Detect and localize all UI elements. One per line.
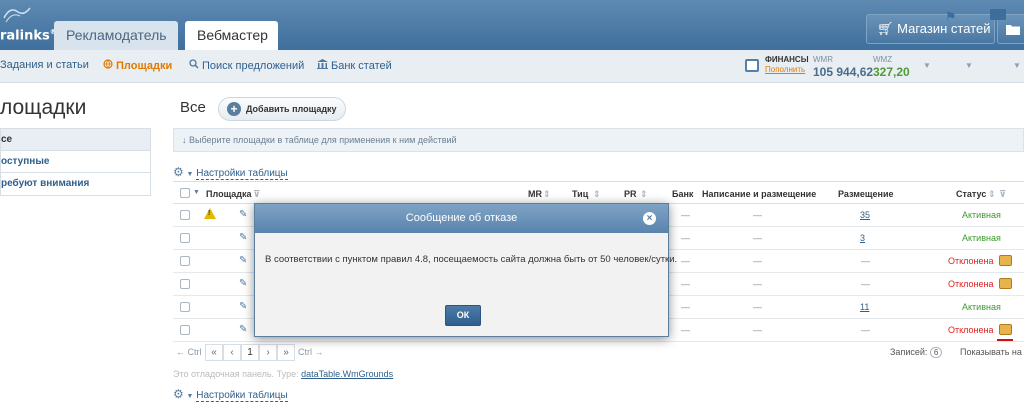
close-icon[interactable]: × xyxy=(643,212,656,225)
dialog-message: В соответствии с пунктом правил 4.8, пос… xyxy=(265,254,678,265)
dialog-title: Сообщение об отказе xyxy=(405,212,518,224)
dialog-header: Сообщение об отказе × xyxy=(255,204,668,233)
rejection-dialog: Сообщение об отказе × В соответствии с п… xyxy=(254,203,678,337)
ok-button[interactable]: ОК xyxy=(445,305,481,326)
